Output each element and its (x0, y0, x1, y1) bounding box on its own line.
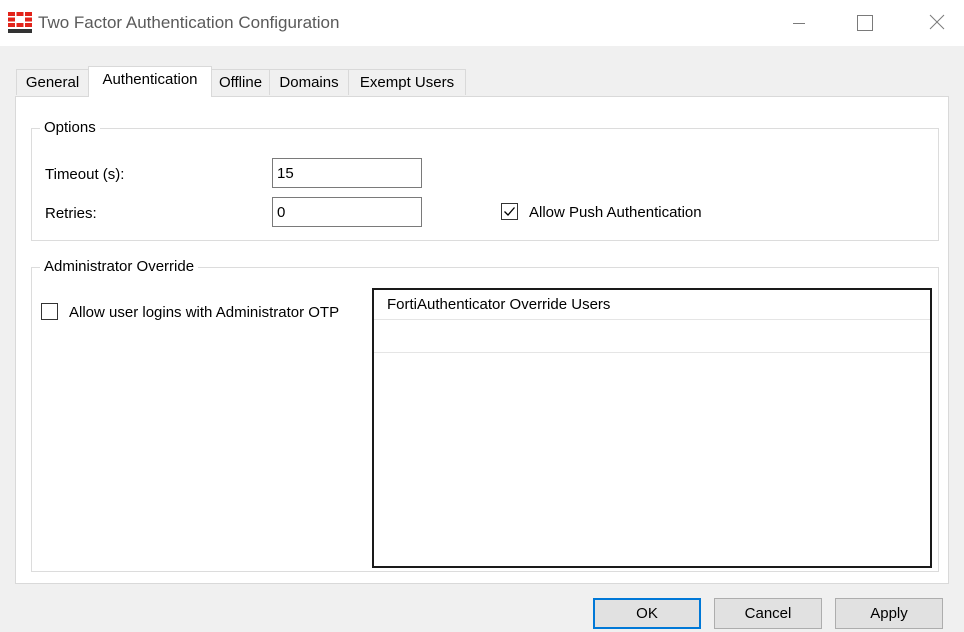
allow-admin-otp-checkbox[interactable] (41, 303, 58, 320)
timeout-label: Timeout (s): (45, 166, 125, 183)
title-bar[interactable]: Two Factor Authentication Configuration (0, 0, 964, 46)
window-title: Two Factor Authentication Configuration (38, 13, 340, 32)
allow-admin-otp-label[interactable]: Allow user logins with Administrator OTP (69, 304, 339, 321)
override-legend: Administrator Override (40, 258, 199, 276)
administrator-override-groupbox: Administrator Override Allow user logins… (31, 258, 939, 572)
override-users-list[interactable]: FortiAuthenticator Override Users (372, 288, 932, 568)
retries-input[interactable] (272, 197, 422, 227)
minimize-icon (793, 23, 805, 24)
timeout-input[interactable] (272, 158, 422, 188)
retries-label: Retries: (45, 205, 97, 222)
tab-authentication[interactable]: Authentication (88, 66, 212, 97)
fortinet-logo-icon (8, 12, 32, 33)
options-groupbox: Options Timeout (s): Retries: Allow Push… (31, 119, 939, 241)
maximize-button[interactable] (843, 0, 889, 46)
list-column-header[interactable]: FortiAuthenticator Override Users (374, 290, 930, 320)
list-row-empty[interactable] (374, 321, 930, 353)
tab-domains[interactable]: Domains (269, 69, 349, 95)
cancel-button[interactable]: Cancel (714, 598, 822, 629)
minimize-button[interactable] (780, 0, 826, 46)
options-legend: Options (40, 119, 100, 137)
allow-push-checkbox[interactable] (501, 203, 518, 220)
maximize-icon (857, 15, 873, 31)
dialog-window: Two Factor Authentication Configuration … (0, 0, 964, 632)
apply-button[interactable]: Apply (835, 598, 943, 629)
tab-offline[interactable]: Offline (211, 69, 270, 95)
close-button[interactable] (914, 0, 960, 46)
allow-push-label[interactable]: Allow Push Authentication (529, 204, 702, 221)
ok-button[interactable]: OK (593, 598, 701, 629)
tab-general[interactable]: General (16, 69, 89, 95)
tab-panel-authentication: Options Timeout (s): Retries: Allow Push… (15, 96, 949, 584)
tab-exempt-users[interactable]: Exempt Users (348, 69, 466, 95)
close-icon (929, 14, 945, 30)
checkmark-icon (504, 207, 515, 216)
